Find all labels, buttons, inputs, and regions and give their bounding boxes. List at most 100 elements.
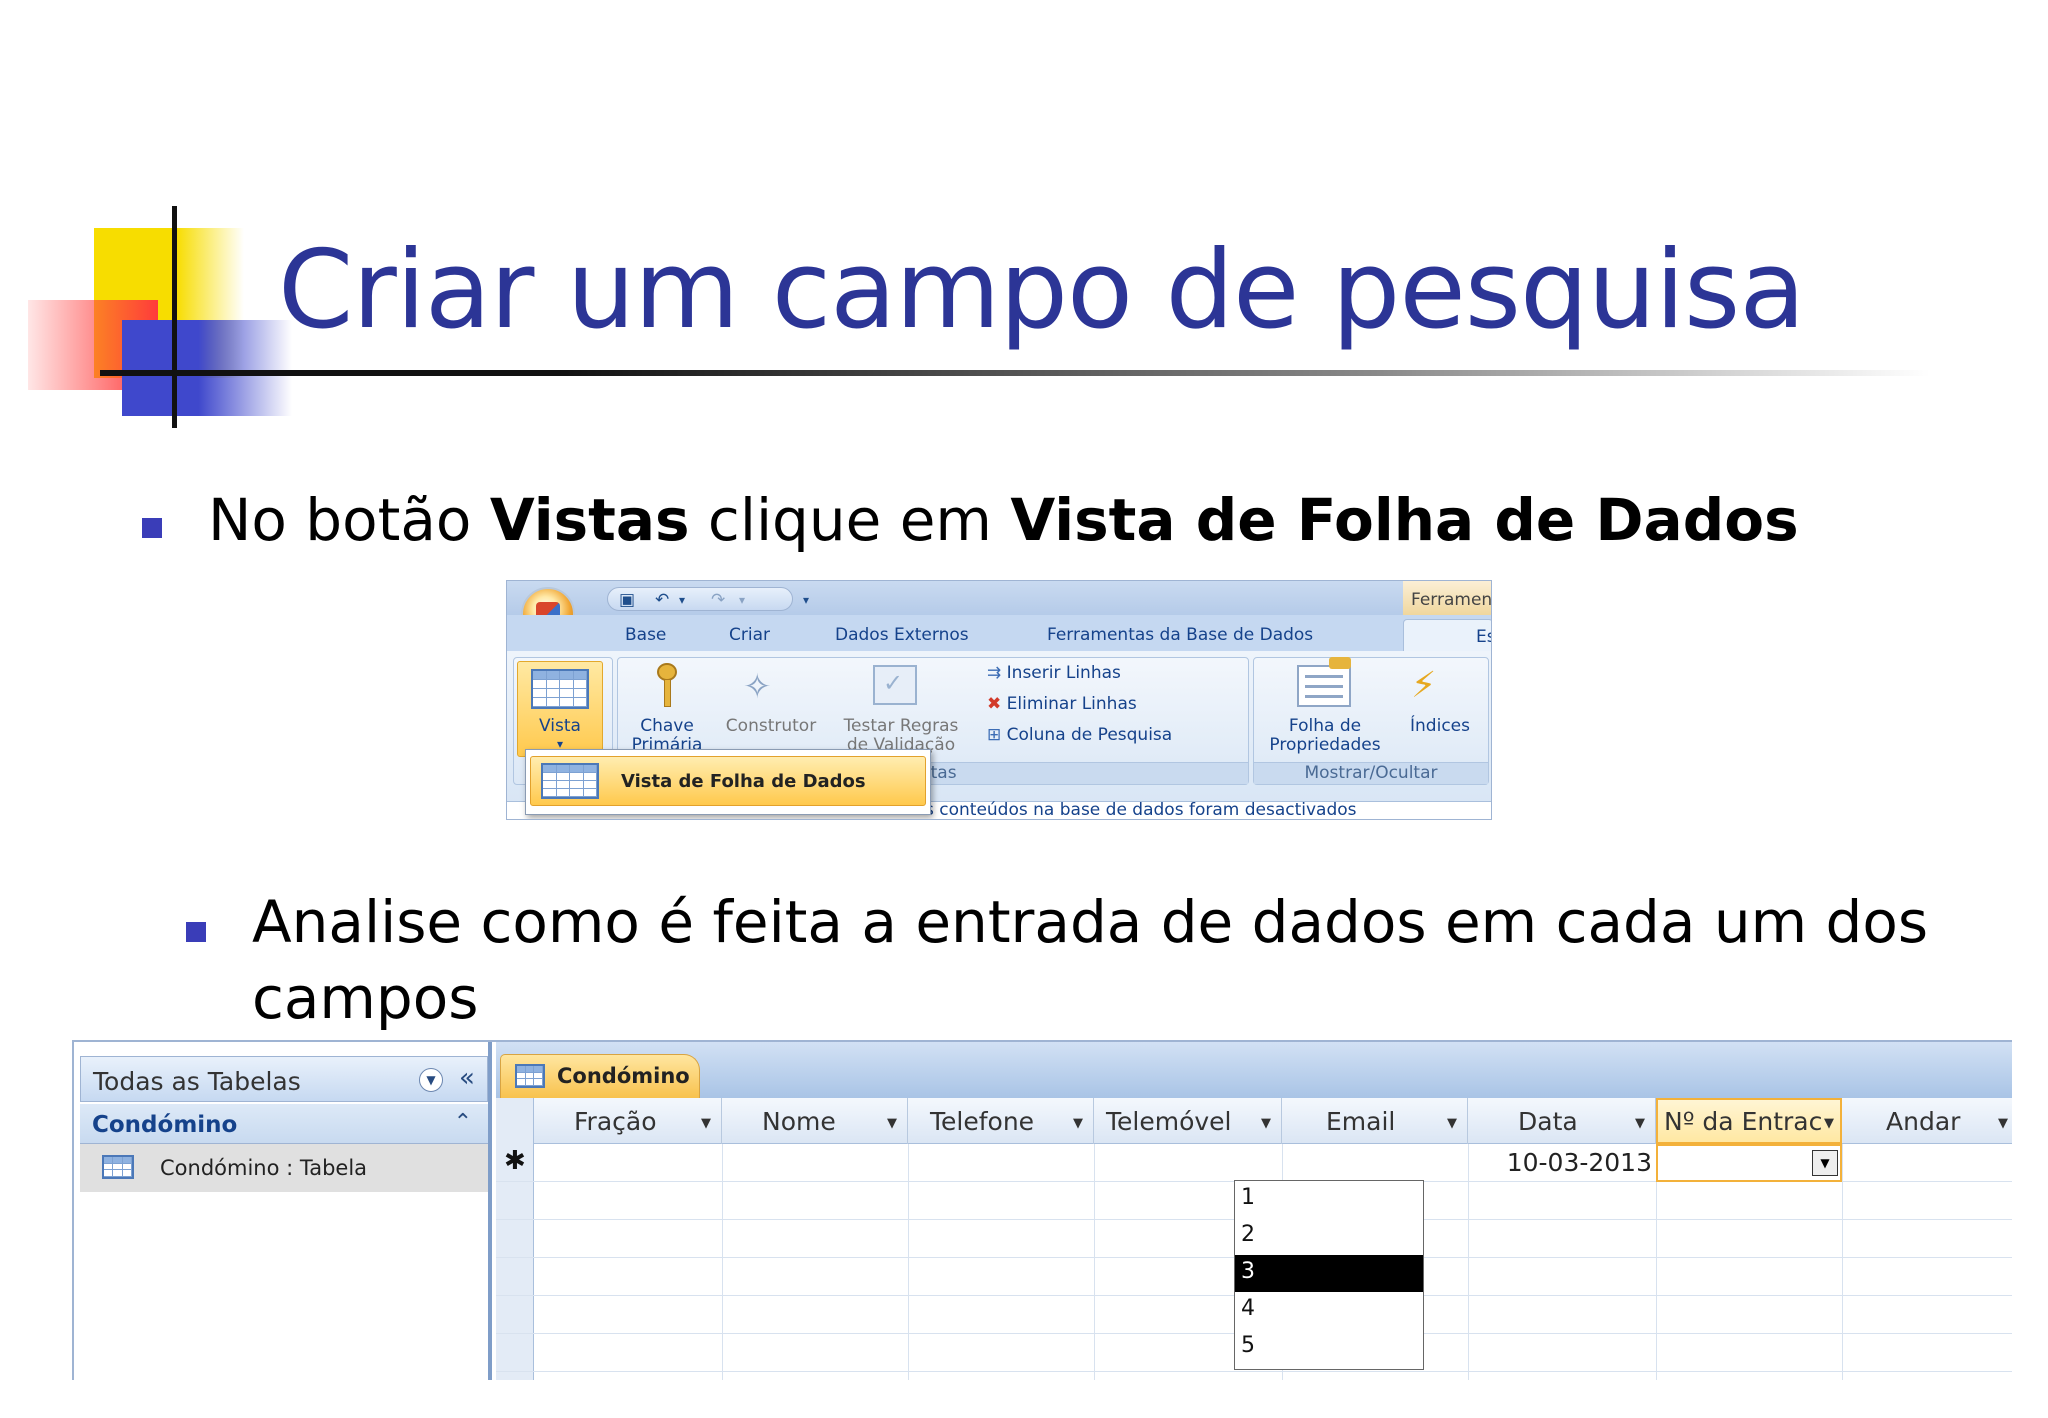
save-icon[interactable]: ▣ — [619, 590, 635, 610]
chave-line1: Chave — [640, 716, 694, 736]
column-gridline — [722, 1144, 723, 1380]
delete-rows-icon: ✖ — [987, 694, 1002, 714]
column-dropdown-icon[interactable]: ▼ — [1998, 1116, 2008, 1131]
list-option-1[interactable]: 1 — [1235, 1181, 1423, 1218]
column-dropdown-icon[interactable]: ▼ — [1447, 1116, 1457, 1131]
column-header-n-entrada[interactable]: Nº da Entrac ▼ — [1656, 1098, 1842, 1144]
cell-data-value[interactable]: 10-03-2013 — [1496, 1148, 1652, 1177]
coluna-pesquisa-button[interactable]: ⊞ Coluna de Pesquisa — [987, 725, 1172, 745]
key-icon — [653, 663, 681, 709]
column-dropdown-icon[interactable]: ▼ — [887, 1116, 897, 1131]
column-label: Telefone — [930, 1107, 1035, 1136]
column-gridline — [1094, 1144, 1095, 1380]
eliminar-linhas-button[interactable]: ✖ Eliminar Linhas — [987, 694, 1137, 714]
inserir-linhas-button[interactable]: ⇉ Inserir Linhas — [987, 663, 1121, 683]
folha-line1: Folha de — [1288, 716, 1362, 736]
builder-wand-icon: ✧ — [743, 667, 772, 707]
column-header-andar[interactable]: Andar ▼ — [1842, 1098, 2012, 1144]
nav-group-label: Condómino — [92, 1112, 238, 1138]
tab-criar[interactable]: Criar — [729, 625, 770, 645]
undo-dropdown-icon[interactable]: ▾ — [679, 593, 685, 607]
group-label-mostrar: Mostrar/Ocultar — [1254, 762, 1488, 784]
folha-propriedades-button[interactable]: Folha de Propriedades — [1257, 717, 1393, 755]
column-header-fracao[interactable]: Fração ▼ — [534, 1098, 722, 1144]
bullet-analise-line1: Analise como é feita a entrada de dados … — [252, 888, 1929, 956]
column-dropdown-icon[interactable]: ▼ — [1635, 1116, 1645, 1131]
redo-dropdown-icon[interactable]: ▾ — [739, 593, 745, 607]
document-tab-label: Condómino — [557, 1064, 690, 1088]
lightning-index-icon: ⚡ — [1411, 665, 1437, 706]
nav-item-label: Condómino : Tabela — [160, 1156, 368, 1180]
table-grid-icon — [531, 669, 589, 709]
column-label: Telemóvel — [1106, 1107, 1232, 1136]
list-option-5[interactable]: 5 — [1235, 1329, 1423, 1366]
column-header-nome[interactable]: Nome ▼ — [722, 1098, 908, 1144]
lookup-column-icon: ⊞ — [987, 725, 1002, 745]
tab-design[interactable]: Es — [1403, 619, 1491, 653]
column-label: Fração — [574, 1107, 657, 1136]
n-entrada-combo-box[interactable]: ▼ — [1656, 1144, 1842, 1182]
bullet-text-part: clique em — [689, 486, 1011, 554]
list-option-3[interactable]: 3 — [1235, 1255, 1423, 1292]
vista-dropdown-menu: Vista de Folha de Dados — [525, 749, 931, 815]
column-gridline — [908, 1144, 909, 1380]
document-tab-condomino[interactable]: Condómino — [500, 1054, 700, 1098]
column-header-email[interactable]: Email ▼ — [1282, 1098, 1468, 1144]
column-dropdown-icon[interactable]: ▼ — [701, 1116, 711, 1131]
nav-item-condomino-tabela[interactable]: Condómino : Tabela — [80, 1144, 488, 1192]
new-record-marker: ✱ — [504, 1146, 526, 1176]
table-icon — [102, 1155, 134, 1179]
coluna-pesquisa-label: Coluna de Pesquisa — [1006, 725, 1173, 745]
nav-header[interactable]: Todas as Tabelas ▼ « — [80, 1056, 488, 1102]
tab-base[interactable]: Base — [625, 625, 666, 645]
collapse-pane-icon[interactable]: « — [459, 1063, 475, 1093]
construtor-button[interactable]: Construtor — [715, 717, 827, 736]
tab-ferramentas[interactable]: Ferramentas da Base de Dados — [1047, 625, 1313, 645]
column-header-telemovel[interactable]: Telemóvel ▼ — [1094, 1098, 1282, 1144]
message-bar-text: s conteúdos na base de dados foram desac… — [925, 800, 1357, 820]
deco-vertical-line — [172, 206, 177, 428]
bullet-marker — [186, 922, 206, 942]
column-dropdown-icon[interactable]: ▼ — [1073, 1116, 1083, 1131]
bullet-bold-vistas: Vistas — [489, 486, 690, 554]
testar-line1: Testar Regras — [843, 716, 959, 736]
group-collapse-chevron-icon[interactable]: ⌃ — [454, 1110, 472, 1135]
bullet-vistas: No botão Vistas clique em Vista de Folha… — [208, 486, 1799, 554]
table-icon — [515, 1064, 545, 1088]
column-label: Data — [1518, 1107, 1578, 1136]
ribbon-tabs: Base Criar Dados Externos Ferramentas da… — [507, 615, 1491, 651]
property-sheet-icon — [1297, 657, 1351, 707]
folha-line2: Propriedades — [1269, 735, 1381, 755]
select-all-corner[interactable] — [496, 1098, 534, 1144]
customize-qat-icon[interactable]: ▾ — [803, 593, 809, 607]
datasheet-screenshot: Todas as Tabelas ▼ « Condómino ⌃ Condómi… — [72, 1040, 2012, 1380]
indices-button[interactable]: Índices — [1395, 717, 1485, 736]
redo-icon[interactable]: ↷ — [711, 590, 725, 610]
bullet-marker — [142, 518, 162, 538]
column-label: Nome — [762, 1107, 836, 1136]
document-tabbar: Condómino — [496, 1042, 2012, 1098]
combo-dropdown-arrow-icon[interactable]: ▼ — [1812, 1150, 1838, 1176]
menu-item-vista-folha-dados[interactable]: Vista de Folha de Dados — [530, 756, 926, 806]
column-label: Andar — [1886, 1107, 1961, 1136]
datasheet-icon — [541, 763, 599, 799]
column-dropdown-icon[interactable]: ▼ — [1261, 1116, 1271, 1131]
column-label: Nº da Entrac — [1664, 1107, 1823, 1136]
column-dropdown-icon[interactable]: ▼ — [1824, 1116, 1834, 1131]
contextual-tools-tab[interactable]: Ferramen — [1403, 581, 1491, 615]
insert-rows-icon: ⇉ — [987, 663, 1002, 683]
nav-menu-dropdown-icon[interactable]: ▼ — [419, 1068, 443, 1092]
undo-icon[interactable]: ↶ — [655, 590, 669, 610]
tab-dados-externos[interactable]: Dados Externos — [835, 625, 969, 645]
datasheet-header: Fração ▼ Nome ▼ Telefone ▼ Telemóvel ▼ Email… — [496, 1098, 2012, 1144]
column-gridline — [1842, 1144, 1843, 1380]
nav-header-label: Todas as Tabelas — [93, 1067, 301, 1096]
column-header-telefone[interactable]: Telefone ▼ — [908, 1098, 1094, 1144]
column-header-data[interactable]: Data ▼ — [1468, 1098, 1656, 1144]
nav-group-condomino[interactable]: Condómino ⌃ — [80, 1104, 488, 1144]
list-option-2[interactable]: 2 — [1235, 1218, 1423, 1255]
navigation-pane: Todas as Tabelas ▼ « Condómino ⌃ Condómi… — [72, 1042, 492, 1380]
bullet-analise-line2: campos — [252, 964, 479, 1032]
list-option-4[interactable]: 4 — [1235, 1292, 1423, 1329]
quick-access-toolbar: ▣ ↶ ▾ ↷ ▾ ▾ Ferramen — [507, 581, 1491, 615]
